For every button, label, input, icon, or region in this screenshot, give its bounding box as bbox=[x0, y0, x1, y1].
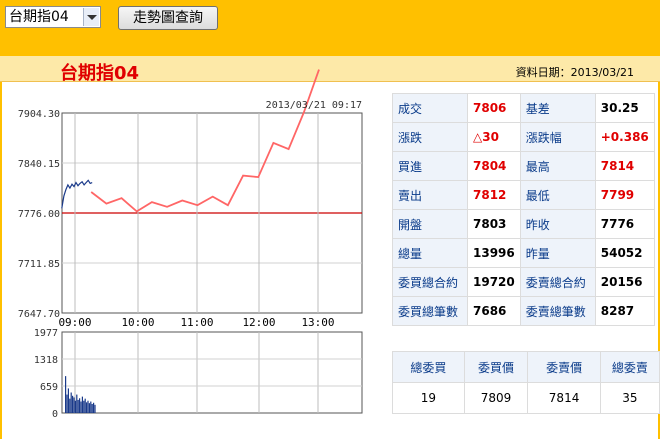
stat-value: 7812 bbox=[468, 181, 520, 209]
volume-bar bbox=[94, 404, 96, 413]
stat-label: 總量 bbox=[393, 239, 467, 267]
stats-row: 開盤 7803 昨收 7776 bbox=[393, 210, 654, 238]
book-value: 35 bbox=[600, 383, 659, 413]
stat-label: 委賣總合約 bbox=[520, 268, 595, 296]
stat-label: 委買總合約 bbox=[393, 268, 467, 296]
stat-value: +0.386 bbox=[595, 123, 654, 151]
stat-label: 昨量 bbox=[520, 239, 595, 267]
stat-value: 13996 bbox=[468, 239, 520, 267]
stat-value: 54052 bbox=[595, 239, 654, 267]
stat-value: 7686 bbox=[468, 297, 520, 325]
stats-row: 委買總合約 19720 委賣總合約 20156 bbox=[393, 268, 654, 296]
volume-bar bbox=[65, 376, 67, 413]
volume-bar bbox=[72, 395, 74, 413]
volume-bar bbox=[86, 402, 88, 413]
book-header: 總委買 bbox=[393, 352, 464, 382]
stat-label: 漲跌 bbox=[393, 123, 467, 151]
stat-value: △30 bbox=[468, 123, 520, 151]
chevron-down-icon[interactable] bbox=[83, 8, 99, 26]
stat-label: 漲跌幅 bbox=[520, 123, 595, 151]
stat-value: 7806 bbox=[468, 94, 520, 122]
volume-tick-label: 659 bbox=[40, 382, 58, 393]
stat-label: 昨收 bbox=[520, 210, 595, 238]
stats-row: 漲跌 △30 漲跌幅 +0.386 bbox=[393, 123, 654, 151]
volume-bar bbox=[83, 400, 85, 413]
volume-bar bbox=[80, 401, 82, 413]
stat-value: 30.25 bbox=[595, 94, 654, 122]
book-header: 委賣價 bbox=[528, 352, 600, 382]
volume-bar bbox=[90, 401, 92, 413]
volume-tick-label: 0 bbox=[52, 409, 58, 420]
volume-bar bbox=[84, 398, 86, 413]
price-tick-label: 7840.15 bbox=[18, 159, 60, 170]
volume-bar bbox=[93, 402, 95, 413]
stat-value: 7799 bbox=[595, 181, 654, 209]
price-tick-label: 7647.70 bbox=[18, 309, 60, 320]
stat-label: 最高 bbox=[520, 152, 595, 180]
volume-chart-frame bbox=[61, 331, 363, 414]
volume-bar bbox=[91, 403, 93, 413]
price-tick-label: 7776.00 bbox=[18, 209, 60, 220]
order-book-table: 總委買 委買價 委賣價 總委賣 19 7809 7814 35 bbox=[392, 351, 660, 414]
data-date: 資料日期：2013/03/21 bbox=[515, 66, 634, 79]
chart-timestamp: 2013/03/21 09:17 bbox=[266, 100, 362, 111]
quote-stats-table: 成交 7806 基差 30.25 漲跌 △30 漲跌幅 +0.386 買進 7804 最高 7814 賣… bbox=[392, 93, 655, 326]
book-value: 7809 bbox=[464, 383, 528, 413]
contract-select-value: 台期指04 bbox=[9, 9, 69, 25]
stat-label: 委賣總筆數 bbox=[520, 297, 595, 325]
volume-bar bbox=[79, 398, 81, 413]
stat-label: 買進 bbox=[393, 152, 467, 180]
query-button[interactable]: 走勢圖查詢 bbox=[118, 6, 218, 30]
time-tick-label: 09:00 bbox=[58, 316, 91, 329]
time-tick-label: 12:00 bbox=[242, 316, 275, 329]
volume-bar bbox=[81, 396, 83, 413]
time-tick-label: 13:00 bbox=[301, 316, 334, 329]
volume-bar bbox=[74, 400, 76, 413]
stat-value: 7803 bbox=[468, 210, 520, 238]
price-tick-label: 7711.85 bbox=[18, 259, 60, 270]
volume-bar bbox=[87, 400, 89, 413]
stat-value: 7776 bbox=[595, 210, 654, 238]
book-value: 19 bbox=[393, 383, 464, 413]
price-chart: 7904.30 7840.15 7776.00 7711.85 7647.7009:00… bbox=[18, 69, 363, 420]
volume-bar bbox=[67, 388, 69, 413]
volume-bar bbox=[76, 394, 78, 413]
volume-bar bbox=[70, 392, 72, 413]
stat-value: 7814 bbox=[595, 152, 654, 180]
time-tick-label: 11:00 bbox=[180, 316, 213, 329]
time-tick-label: 10:00 bbox=[121, 316, 154, 329]
price-tick-label: 7904.30 bbox=[18, 109, 60, 120]
stats-row: 總量 13996 昨量 54052 bbox=[393, 239, 654, 267]
volume-bar bbox=[77, 399, 79, 413]
stat-value: 8287 bbox=[595, 297, 654, 325]
stat-label: 最低 bbox=[520, 181, 595, 209]
stat-value: 20156 bbox=[595, 268, 654, 296]
volume-bar bbox=[66, 394, 68, 413]
volume-bar bbox=[73, 397, 75, 413]
stat-label: 委買總筆數 bbox=[393, 297, 467, 325]
stats-row: 買進 7804 最高 7814 bbox=[393, 152, 654, 180]
stat-label: 成交 bbox=[393, 94, 467, 122]
book-header: 總委賣 bbox=[600, 352, 659, 382]
volume-tick-label: 1318 bbox=[34, 355, 58, 366]
stats-row: 委買總筆數 7686 委賣總筆數 8287 bbox=[393, 297, 654, 325]
stat-label: 基差 bbox=[520, 94, 595, 122]
stat-label: 賣出 bbox=[393, 181, 467, 209]
book-header: 委買價 bbox=[464, 352, 528, 382]
stats-row: 成交 7806 基差 30.25 bbox=[393, 94, 654, 122]
stat-value: 7804 bbox=[468, 152, 520, 180]
stats-row: 賣出 7812 最低 7799 bbox=[393, 181, 654, 209]
stat-label: 開盤 bbox=[393, 210, 467, 238]
stat-value: 19720 bbox=[468, 268, 520, 296]
volume-tick-label: 1977 bbox=[34, 328, 58, 339]
volume-bar bbox=[88, 403, 90, 413]
contract-select[interactable]: 台期指04 bbox=[5, 6, 101, 28]
volume-bar bbox=[69, 398, 71, 413]
book-value: 7814 bbox=[528, 383, 600, 413]
